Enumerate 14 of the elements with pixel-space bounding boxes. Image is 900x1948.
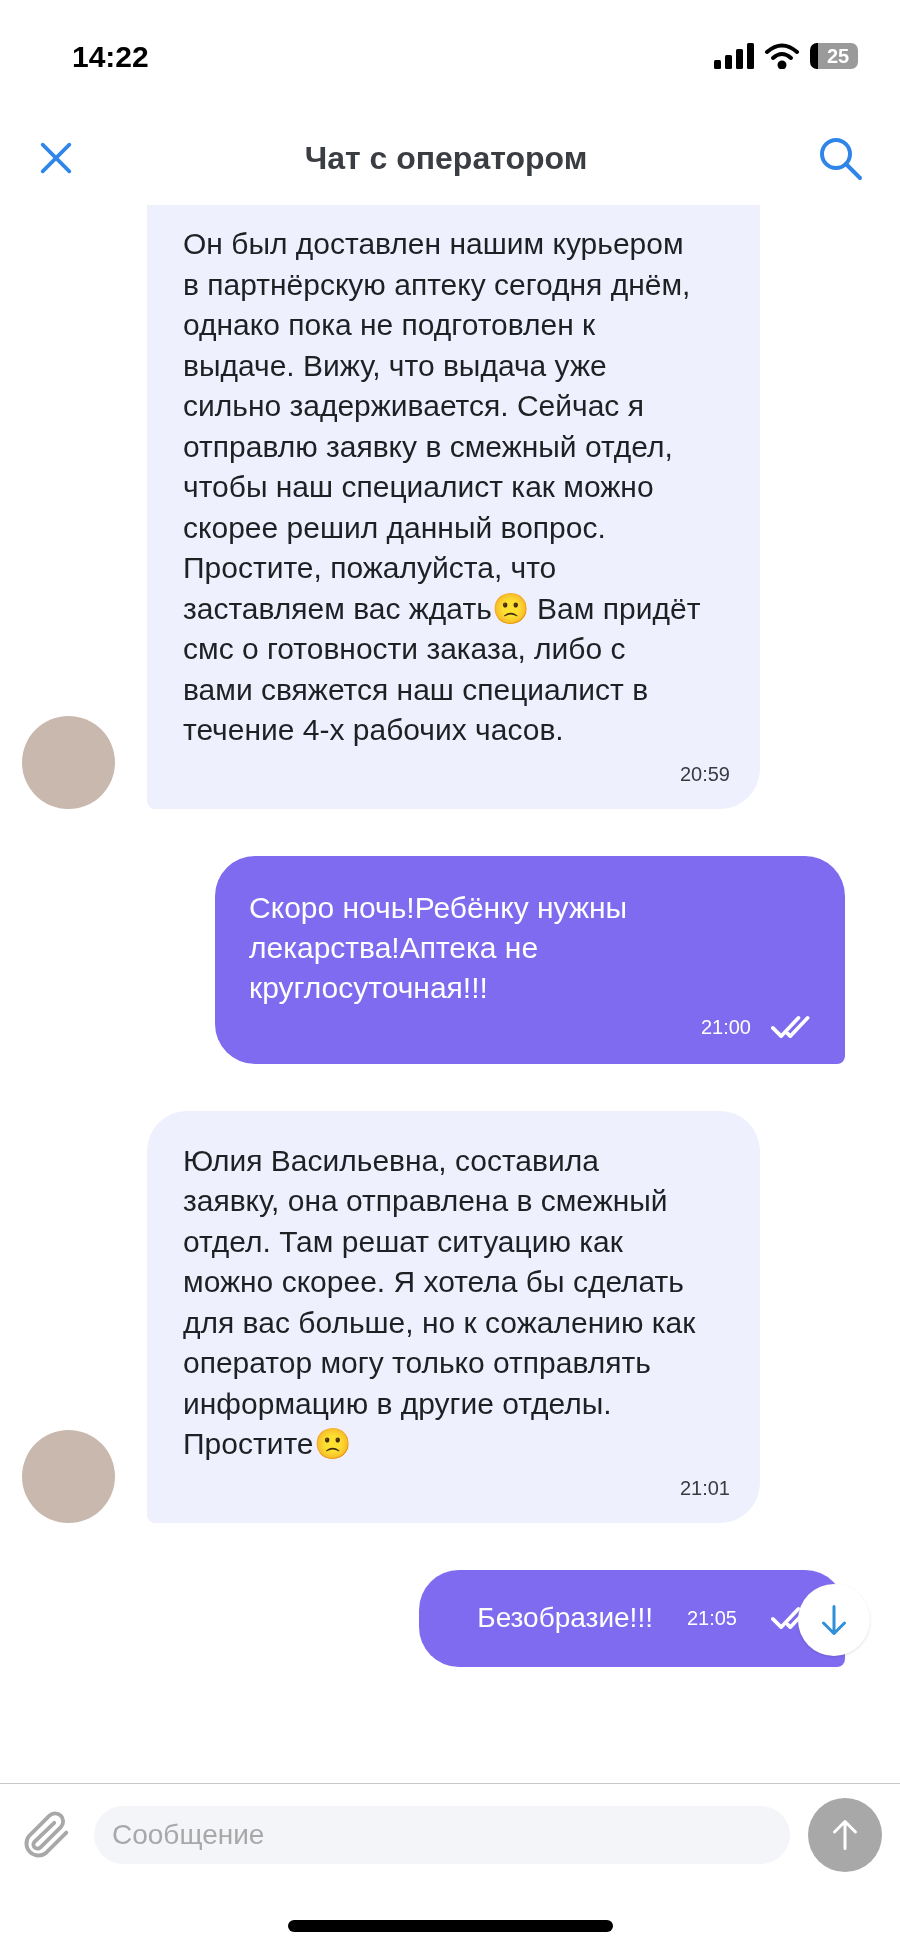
status-time: 14:22 — [72, 38, 149, 75]
message-time: 21:00 — [700, 1014, 751, 1040]
wifi-icon — [764, 43, 800, 69]
message-time: 20:59 — [679, 761, 730, 787]
message-input-field[interactable]: Сообщение — [94, 1806, 790, 1864]
battery-indicator: 25 — [810, 43, 858, 69]
message-text: Он был доставлен нашим курьером в партнёрскую аптеку сегодня днём, однако пока не подготовлен к выдаче. Вижу, что выдача уже сильно задерживается. Сейчас я отправлю заявку в смежный отдел, чтобы наш специалист как можно скорее решил данный вопрос. Простите, пожалуйста, что заставляем вас ждать🙁 Вам придёт смс о готовности заказа, либо с вами свяжется наш специалист в течение 4-х рабочих часов. — [183, 226, 702, 748]
message-text: Юлия Васильевна, составила заявку, она отправлена в смежный отдел. Там решат ситуацию как можно скорее. Я хотела бы сделать для вас больше, но к сожалению как оператор могу только отправлять информацию в другие отделы. Простите🙁 — [183, 1142, 697, 1462]
message-text: Безобразие!!! — [477, 1601, 653, 1635]
message-time: 21:01 — [679, 1475, 730, 1501]
message-text: Скоро ночь!Ребёнку нужны лекарства!Аптека не круглосуточная!!! — [249, 889, 629, 1006]
message-time: 21:05 — [686, 1606, 737, 1631]
chat-title: Чат с оператором — [304, 138, 588, 178]
signal-icon — [714, 43, 754, 69]
